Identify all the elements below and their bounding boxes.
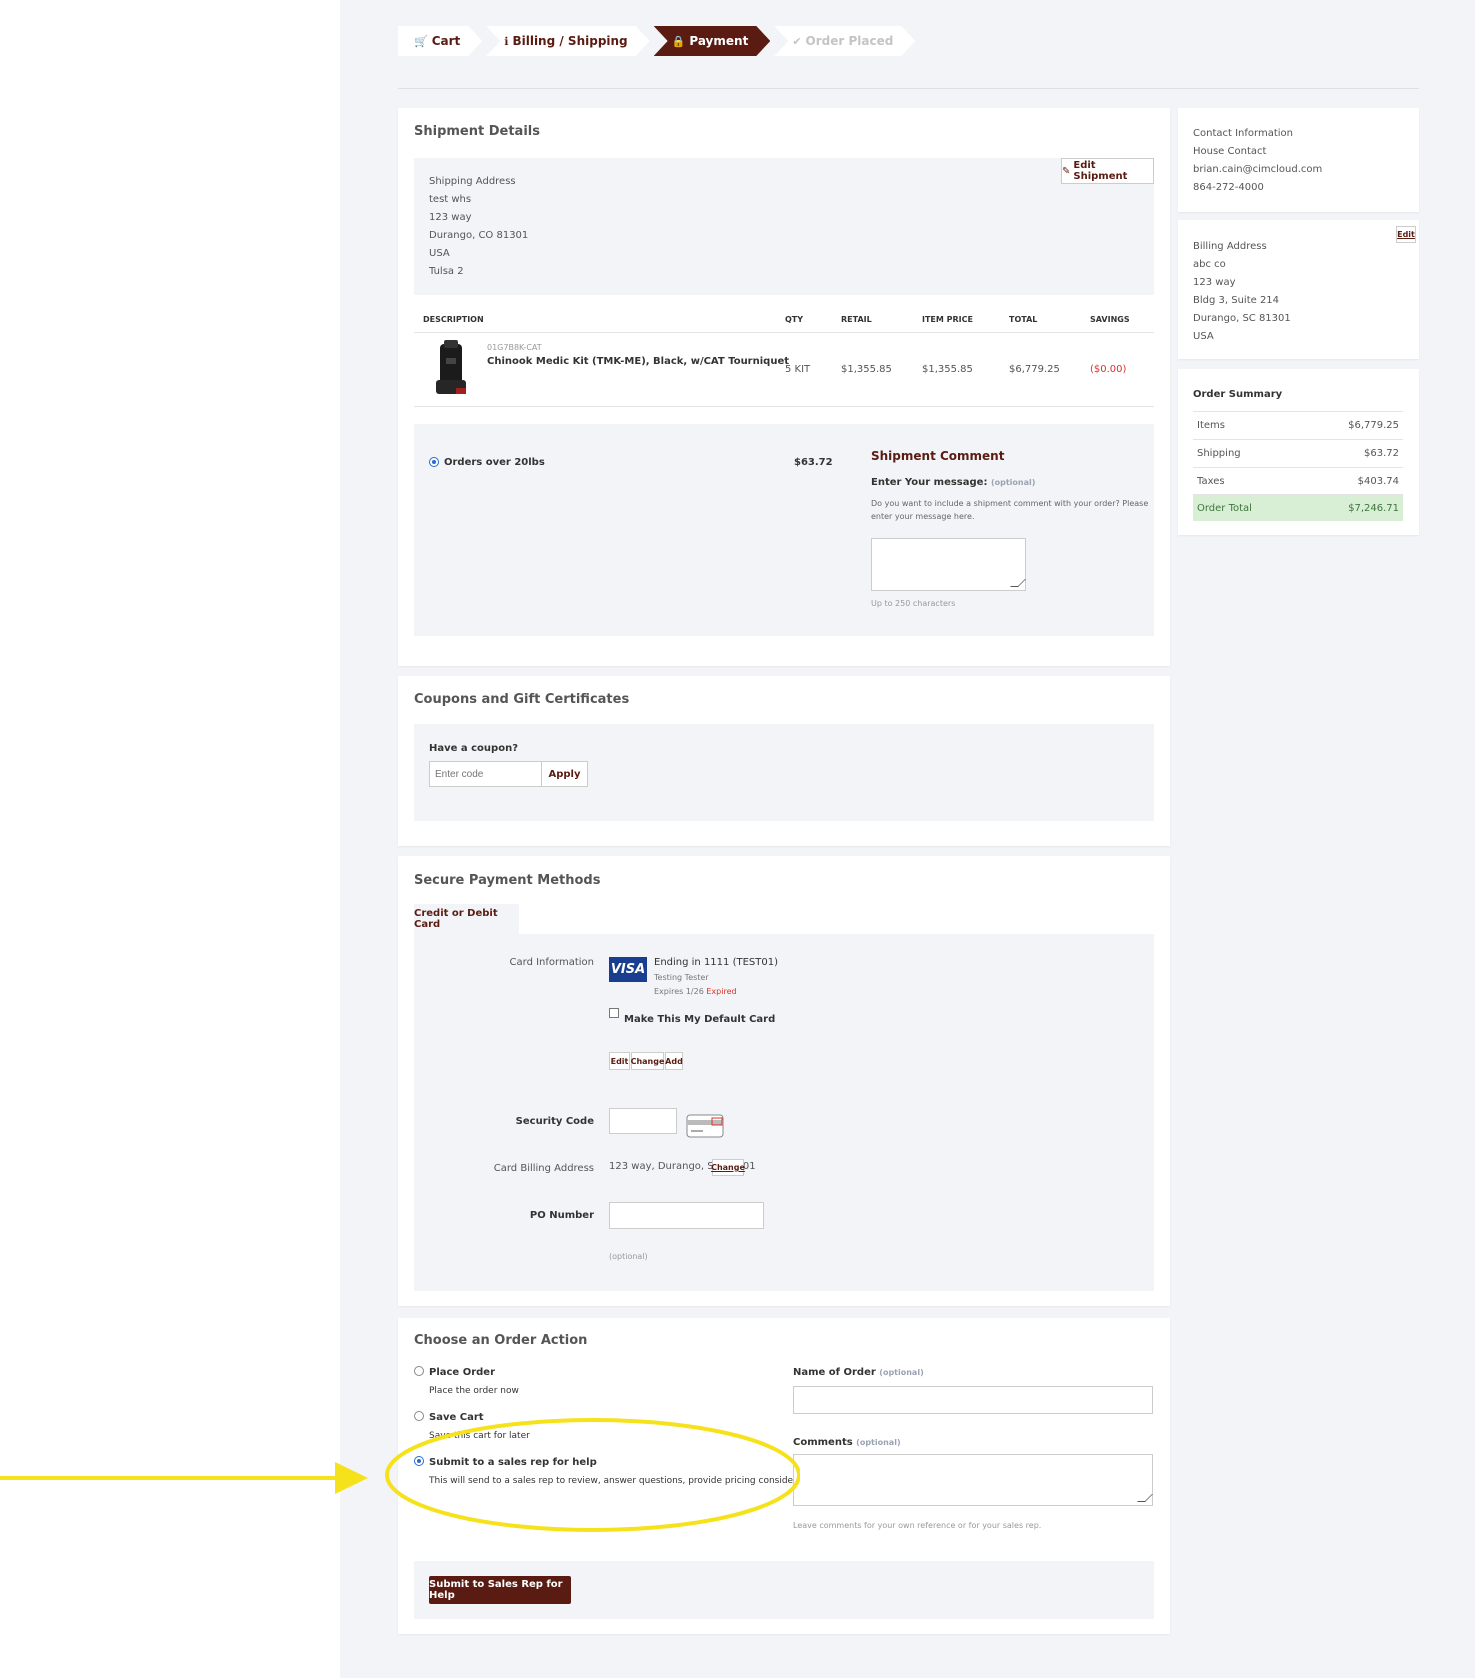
- visa-icon: VISA: [609, 957, 647, 982]
- col-total: TOTAL: [1009, 315, 1038, 324]
- comment-limit: Up to 250 characters: [871, 599, 956, 608]
- comments-help: Leave comments for your own reference or…: [793, 1521, 1042, 1530]
- order-action-title: Choose an Order Action: [414, 1333, 588, 1348]
- product-sku: 01G7B8K-CAT: [487, 343, 542, 352]
- submit-sales-rep-button[interactable]: Submit to Sales Rep for Help: [429, 1576, 571, 1604]
- po-number-input[interactable]: [609, 1202, 764, 1229]
- order-name-input[interactable]: [793, 1386, 1153, 1414]
- col-savings: SAVINGS: [1090, 315, 1130, 324]
- place-order-desc: Place the order now: [429, 1386, 519, 1396]
- payment-panel: [414, 934, 1154, 1291]
- card-cvv-icon: [686, 1114, 724, 1138]
- comments-label: Comments (optional): [793, 1437, 901, 1448]
- order-summary-title: Order Summary: [1193, 389, 1283, 400]
- step-payment: 🔒 Payment: [654, 26, 771, 56]
- summary-shipping-row: Shipping $63.72: [1193, 439, 1403, 466]
- summary-total-row: Order Total $7,246.71: [1193, 494, 1403, 521]
- step-cart[interactable]: 🛒 Cart: [398, 26, 482, 56]
- cart-icon: 🛒: [414, 34, 428, 48]
- shipping-method-price: $63.72: [794, 457, 833, 468]
- check-icon: ✔: [792, 34, 802, 48]
- shipment-comment-textarea[interactable]: [871, 538, 1026, 591]
- pencil-icon: ✎: [1062, 165, 1071, 177]
- shipping-address: Shipping Address test whs 123 way Durang…: [429, 176, 529, 277]
- col-qty: QTY: [785, 315, 804, 324]
- po-optional: (optional): [609, 1252, 648, 1261]
- card-ending: Ending in 1111 (TEST01): [654, 957, 778, 968]
- checkout-steps: 🛒 Cart ℹ Billing / Shipping 🔒 Payment ✔ Orde…: [398, 26, 919, 56]
- tab-credit-card[interactable]: Credit or Debit Card: [414, 904, 519, 934]
- add-card-button[interactable]: Add: [665, 1052, 683, 1070]
- summary-items-row: Items $6,779.25: [1193, 411, 1403, 438]
- change-card-button[interactable]: Change: [631, 1052, 664, 1070]
- resize-handle[interactable]: [1137, 1494, 1153, 1502]
- lock-icon: 🔒: [671, 34, 686, 48]
- annotation-overlay: [0, 1418, 800, 1532]
- product-image[interactable]: [430, 340, 472, 398]
- card-billing-address-label: Card Billing Address: [493, 1163, 594, 1174]
- product-name[interactable]: Chinook Medic Kit (TMK-ME), Black, w/CAT…: [487, 356, 789, 367]
- col-description: DESCRIPTION: [423, 315, 484, 324]
- item-qty: 5 KIT: [785, 364, 811, 375]
- coupon-input[interactable]: [429, 761, 541, 787]
- comment-help: Do you want to include a shipment commen…: [871, 499, 1149, 521]
- shipment-comment-title: Shipment Comment: [871, 449, 1005, 463]
- security-code-label: Security Code: [515, 1116, 594, 1127]
- resize-handle[interactable]: [1010, 579, 1026, 587]
- default-card-checkbox[interactable]: [609, 1008, 619, 1018]
- col-retail: RETAIL: [841, 315, 872, 324]
- annotation-ellipse: [385, 1418, 800, 1532]
- item-savings: ($0.00): [1090, 364, 1127, 375]
- comments-textarea[interactable]: [793, 1454, 1153, 1506]
- edit-card-button[interactable]: Edit: [609, 1052, 630, 1070]
- contact-info: Contact Information House Contact brian.…: [1193, 128, 1323, 193]
- table-divider: [414, 406, 1154, 407]
- shipping-method-panel: [414, 424, 1154, 636]
- shipment-title: Shipment Details: [414, 124, 540, 139]
- billing-address: Billing Address abc co 123 way Bldg 3, S…: [1193, 241, 1291, 342]
- place-order-label: Place Order: [429, 1367, 496, 1378]
- card-holder: Testing Tester: [654, 973, 709, 982]
- change-billing-address-button[interactable]: Change: [711, 1159, 745, 1176]
- edit-shipment-button[interactable]: ✎ Edit Shipment: [1061, 158, 1154, 184]
- shipping-method-label: Orders over 20lbs: [444, 457, 545, 468]
- order-name-label: Name of Order (optional): [793, 1367, 924, 1378]
- annotation-arrow-head: [335, 1462, 368, 1494]
- edit-billing-button[interactable]: Edit: [1396, 226, 1416, 243]
- comment-prompt: Enter Your message: (optional): [871, 477, 1036, 488]
- shipping-method-radio[interactable]: [429, 457, 439, 467]
- item-retail: $1,355.85: [841, 364, 892, 375]
- table-divider: [414, 332, 1154, 333]
- payment-title: Secure Payment Methods: [414, 873, 601, 888]
- apply-coupon-button[interactable]: Apply: [541, 761, 588, 787]
- po-number-label: PO Number: [529, 1210, 594, 1221]
- coupon-prompt: Have a coupon?: [429, 743, 518, 754]
- step-order-placed: ✔ Order Placed: [774, 26, 915, 56]
- default-card-label: Make This My Default Card: [624, 1014, 776, 1025]
- item-price: $1,355.85: [922, 364, 973, 375]
- divider: [398, 88, 1419, 89]
- summary-taxes-row: Taxes $403.74: [1193, 467, 1403, 494]
- step-billing-shipping[interactable]: ℹ Billing / Shipping: [486, 26, 649, 56]
- coupons-title: Coupons and Gift Certificates: [414, 692, 630, 707]
- place-order-radio[interactable]: [414, 1366, 424, 1376]
- card-expiry: Expires 1/26 Expired: [654, 987, 737, 996]
- col-item-price: ITEM PRICE: [922, 315, 973, 324]
- card-info-label: Card Information: [509, 957, 594, 968]
- item-total: $6,779.25: [1009, 364, 1060, 375]
- info-icon: ℹ: [504, 34, 509, 48]
- security-code-input[interactable]: [609, 1108, 677, 1134]
